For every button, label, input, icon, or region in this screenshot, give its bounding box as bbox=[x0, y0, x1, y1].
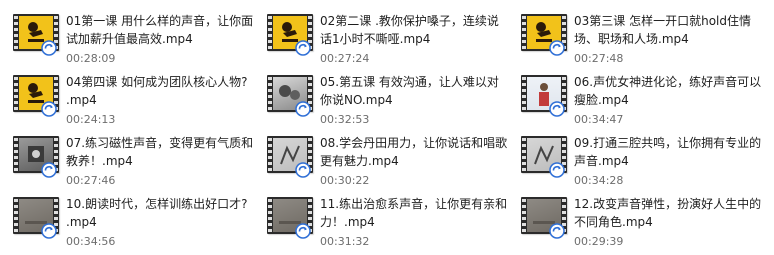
film-perforation-left bbox=[522, 16, 526, 49]
cloud-sync-badge-icon bbox=[295, 101, 311, 117]
video-file-icon bbox=[267, 75, 313, 117]
film-perforation-left bbox=[268, 16, 272, 49]
file-name: 10.朗读时代，怎样训练出好口才? .mp4 bbox=[66, 195, 252, 231]
file-name-line-2: 瘦脸.mp4 bbox=[574, 93, 629, 107]
file-name: 04第四课 如何成为团队核心人物? .mp4 bbox=[66, 73, 252, 109]
file-item[interactable]: 02第二课 .教你保护嗓子，连续说 话1小时不嘶哑.mp4 00:27:24 bbox=[254, 6, 506, 65]
film-perforation-left bbox=[268, 77, 272, 110]
film-perforation-left bbox=[14, 138, 18, 171]
film-perforation-left bbox=[522, 199, 526, 232]
file-name: 01第一课 用什么样的声音，让你面 试加薪升值最高效.mp4 bbox=[66, 12, 254, 48]
file-duration: 00:34:47 bbox=[574, 113, 624, 126]
video-file-icon bbox=[521, 197, 567, 239]
film-perforation-left bbox=[14, 16, 18, 49]
file-item[interactable]: 04第四课 如何成为团队核心人物? .mp4 00:24:13 bbox=[0, 67, 252, 126]
cloud-sync-badge-icon bbox=[41, 223, 57, 239]
cloud-sync-badge-icon bbox=[549, 40, 565, 56]
video-file-icon bbox=[521, 75, 567, 117]
video-file-icon bbox=[521, 136, 567, 178]
file-item[interactable]: 03第三课 怎样一开口就hold住情 场、职场和人场.mp4 00:27:48 bbox=[508, 6, 760, 65]
file-item[interactable]: 01第一课 用什么样的声音，让你面 试加薪升值最高效.mp4 00:28:09 bbox=[0, 6, 254, 65]
file-name-line-1: 04第四课 如何成为团队核心人物? bbox=[66, 75, 248, 89]
cloud-sync-badge-icon bbox=[295, 40, 311, 56]
file-duration: 00:30:22 bbox=[320, 174, 370, 187]
file-name-line-1: 12.改变声音弹性，扮演好人生中的 bbox=[574, 197, 762, 211]
file-name: 11.练出治愈系声音，让你更有亲和 力！.mp4 bbox=[320, 195, 508, 231]
file-item[interactable]: 09.打通三腔共鸣，让你拥有专业的 声音.mp4 00:34:28 bbox=[508, 128, 762, 187]
file-duration: 00:31:32 bbox=[320, 235, 370, 248]
file-name: 09.打通三腔共鸣，让你拥有专业的 声音.mp4 bbox=[574, 134, 762, 170]
file-duration: 00:27:24 bbox=[320, 52, 370, 65]
file-name-line-2: 声音.mp4 bbox=[574, 154, 629, 168]
cloud-sync-badge-icon bbox=[295, 223, 311, 239]
file-name-line-2: 力！.mp4 bbox=[320, 215, 375, 229]
video-file-icon bbox=[13, 75, 59, 117]
video-file-icon bbox=[267, 197, 313, 239]
cloud-sync-badge-icon bbox=[41, 40, 57, 56]
file-name: 03第三课 怎样一开口就hold住情 场、职场和人场.mp4 bbox=[574, 12, 760, 48]
video-file-icon bbox=[13, 14, 59, 56]
file-name: 08.学会丹田用力，让你说话和唱歌 更有魅力.mp4 bbox=[320, 134, 508, 170]
file-duration: 00:29:39 bbox=[574, 235, 624, 248]
file-name: 07.练习磁性声音，变得更有气质和 教养！.mp4 bbox=[66, 134, 254, 170]
file-name-line-1: 09.打通三腔共鸣，让你拥有专业的 bbox=[574, 136, 762, 150]
file-name-line-2: .mp4 bbox=[66, 93, 97, 107]
film-perforation-left bbox=[14, 77, 18, 110]
file-name-line-2: 场、职场和人场.mp4 bbox=[574, 32, 689, 46]
file-duration: 00:24:13 bbox=[66, 113, 116, 126]
file-name-line-1: 05.第五课 有效沟通，让人难以对 bbox=[320, 75, 499, 89]
film-perforation-left bbox=[14, 199, 18, 232]
cloud-sync-badge-icon bbox=[41, 162, 57, 178]
file-name-line-2: 你说NO.mp4 bbox=[320, 93, 393, 107]
file-item[interactable]: 12.改变声音弹性，扮演好人生中的 不同角色.mp4 00:29:39 bbox=[508, 189, 762, 248]
file-duration: 00:27:48 bbox=[574, 52, 624, 65]
video-file-icon bbox=[13, 136, 59, 178]
file-name-line-2: 教养！.mp4 bbox=[66, 154, 133, 168]
file-duration: 00:32:53 bbox=[320, 113, 370, 126]
file-item[interactable]: 07.练习磁性声音，变得更有气质和 教养！.mp4 00:27:46 bbox=[0, 128, 254, 187]
cloud-sync-badge-icon bbox=[549, 223, 565, 239]
file-name-line-1: 10.朗读时代，怎样训练出好口才? bbox=[66, 197, 248, 211]
cloud-sync-badge-icon bbox=[295, 162, 311, 178]
file-name-line-2: 更有魅力.mp4 bbox=[320, 154, 399, 168]
film-perforation-left bbox=[268, 138, 272, 171]
file-name-line-1: 08.学会丹田用力，让你说话和唱歌 bbox=[320, 136, 508, 150]
video-file-icon bbox=[521, 14, 567, 56]
file-name-line-1: 01第一课 用什么样的声音，让你面 bbox=[66, 14, 254, 28]
file-name-line-1: 03第三课 怎样一开口就hold住情 bbox=[574, 14, 751, 28]
video-file-icon bbox=[267, 136, 313, 178]
cloud-sync-badge-icon bbox=[549, 162, 565, 178]
video-file-icon bbox=[267, 14, 313, 56]
file-name: 06.声优女神进化论，练好声音可以 瘦脸.mp4 bbox=[574, 73, 762, 109]
file-duration: 00:28:09 bbox=[66, 52, 116, 65]
file-name-line-1: 06.声优女神进化论，练好声音可以 bbox=[574, 75, 762, 89]
file-item[interactable]: 08.学会丹田用力，让你说话和唱歌 更有魅力.mp4 00:30:22 bbox=[254, 128, 508, 187]
film-perforation-left bbox=[522, 77, 526, 110]
file-duration: 00:27:46 bbox=[66, 174, 116, 187]
file-name: 05.第五课 有效沟通，让人难以对 你说NO.mp4 bbox=[320, 73, 506, 109]
file-name-line-1: 02第二课 .教你保护嗓子，连续说 bbox=[320, 14, 499, 28]
file-item[interactable]: 06.声优女神进化论，练好声音可以 瘦脸.mp4 00:34:47 bbox=[508, 67, 762, 126]
file-name-line-2: 不同角色.mp4 bbox=[574, 215, 653, 229]
file-name: 02第二课 .教你保护嗓子，连续说 话1小时不嘶哑.mp4 bbox=[320, 12, 506, 48]
file-item[interactable]: 05.第五课 有效沟通，让人难以对 你说NO.mp4 00:32:53 bbox=[254, 67, 506, 126]
film-perforation-left bbox=[268, 199, 272, 232]
file-duration: 00:34:28 bbox=[574, 174, 624, 187]
film-perforation-left bbox=[522, 138, 526, 171]
file-name-line-2: .mp4 bbox=[66, 215, 97, 229]
video-file-icon bbox=[13, 197, 59, 239]
file-duration: 00:34:56 bbox=[66, 235, 116, 248]
file-name-line-1: 11.练出治愈系声音，让你更有亲和 bbox=[320, 197, 508, 211]
file-name: 12.改变声音弹性，扮演好人生中的 不同角色.mp4 bbox=[574, 195, 762, 231]
cloud-sync-badge-icon bbox=[549, 101, 565, 117]
cloud-sync-badge-icon bbox=[41, 101, 57, 117]
file-name-line-2: 试加薪升值最高效.mp4 bbox=[66, 32, 193, 46]
file-item[interactable]: 11.练出治愈系声音，让你更有亲和 力！.mp4 00:31:32 bbox=[254, 189, 508, 248]
file-grid: 01第一课 用什么样的声音，让你面 试加薪升值最高效.mp4 00:28:09 02第… bbox=[0, 0, 774, 255]
file-name-line-2: 话1小时不嘶哑.mp4 bbox=[320, 32, 431, 46]
file-item[interactable]: 10.朗读时代，怎样训练出好口才? .mp4 00:34:56 bbox=[0, 189, 252, 248]
file-name-line-1: 07.练习磁性声音，变得更有气质和 bbox=[66, 136, 254, 150]
